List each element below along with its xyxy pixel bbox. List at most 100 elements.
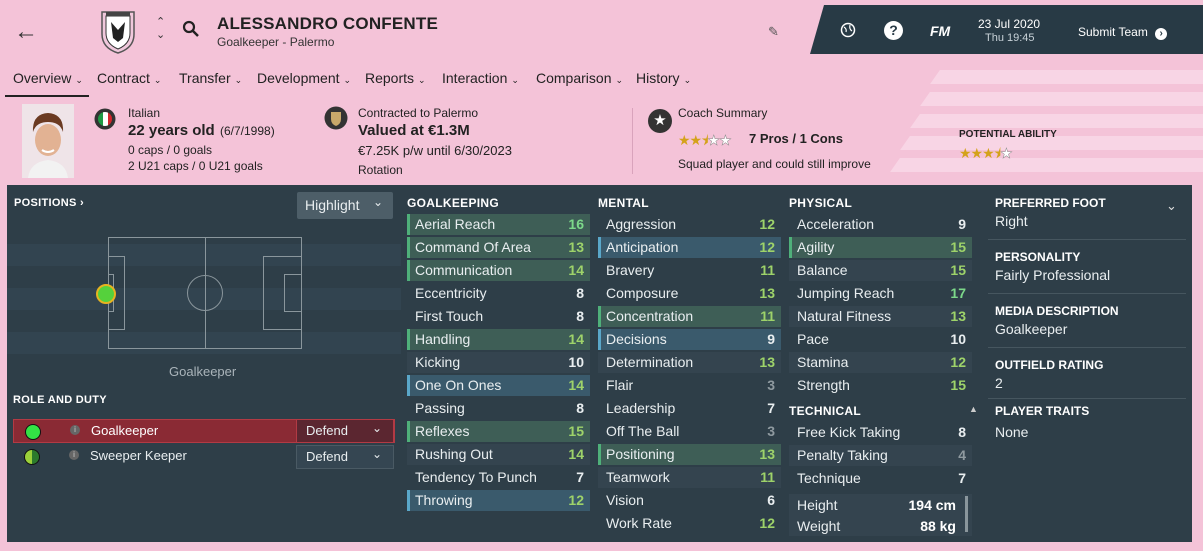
attribute-row[interactable]: Passing 8 [407, 398, 590, 419]
attribute-row[interactable]: Stamina 12 [789, 352, 972, 373]
attribute-row[interactable]: Leadership 7 [598, 398, 781, 419]
attribute-row[interactable]: Vision 6 [598, 490, 781, 511]
highlight-dropdown[interactable]: Highlight ⌄ [297, 192, 393, 219]
attribute-row[interactable]: Jumping Reach 17 [789, 283, 972, 304]
info-icon[interactable]: i [70, 425, 80, 435]
attribute-row[interactable]: Handling 14 [407, 329, 590, 350]
attribute-row[interactable]: Decisions 9 [598, 329, 781, 350]
attribute-name: One On Ones [415, 377, 502, 393]
tab-overview[interactable]: Overview ⌄ [13, 70, 83, 86]
goalkeeper-position-marker[interactable] [96, 284, 116, 304]
tab-history[interactable]: History ⌄ [636, 70, 691, 86]
attribute-row[interactable]: Agility 15 [789, 237, 972, 258]
submit-team-button[interactable]: Submit Team › [1078, 25, 1168, 40]
nationality[interactable]: Italian [128, 106, 160, 120]
duty-dropdown-goalkeeper[interactable]: Defend ⌄ [296, 419, 394, 443]
attribute-row[interactable]: Tendency To Punch 7 [407, 467, 590, 488]
attribute-row[interactable]: Aggression 12 [598, 214, 781, 235]
attribute-row[interactable]: Kicking 10 [407, 352, 590, 373]
attribute-name: Rushing Out [415, 446, 493, 462]
preferred-foot-value: Right [995, 213, 1028, 229]
chevron-down-icon: ⌄ [371, 421, 382, 435]
attribute-name: Passing [415, 400, 465, 416]
attribute-name: Off The Ball [606, 423, 680, 439]
attribute-value: 3 [767, 423, 775, 439]
edit-pencil-icon[interactable]: ✎ [768, 24, 779, 40]
back-arrow-icon[interactable]: ← [14, 18, 38, 46]
tab-development[interactable]: Development ⌄ [257, 70, 351, 86]
tab-label: Comparison [536, 70, 612, 86]
attribute-value: 11 [760, 308, 775, 324]
attribute-row[interactable]: Acceleration 9 [789, 214, 972, 235]
attribute-row[interactable]: Teamwork 11 [598, 467, 781, 488]
chevron-down-icon: ⌄ [372, 195, 383, 209]
attribute-row[interactable]: Strength 15 [789, 375, 972, 396]
attribute-row[interactable]: Concentration 11 [598, 306, 781, 327]
attribute-row[interactable]: Balance 15 [789, 260, 972, 281]
attribute-row[interactable]: First Touch 8 [407, 306, 590, 327]
tab-transfer[interactable]: Transfer ⌄ [179, 70, 242, 86]
contracted-to[interactable]: Contracted to Palermo [358, 106, 478, 120]
coach-summary-title[interactable]: Coach Summary [678, 106, 767, 120]
positions-link[interactable]: POSITIONS › [14, 197, 84, 209]
attribute-row[interactable]: Determination 13 [598, 352, 781, 373]
attribute-row[interactable]: Bravery 11 [598, 260, 781, 281]
player-subtitle[interactable]: Goalkeeper - Palermo [217, 35, 334, 49]
attribute-row[interactable]: Free Kick Taking 8 [789, 422, 972, 443]
help-icon[interactable]: ? [884, 21, 903, 40]
tab-comparison[interactable]: Comparison ⌄ [536, 70, 623, 86]
divider [988, 347, 1186, 348]
attribute-row[interactable]: Command Of Area 13 [407, 237, 590, 258]
club-badge-icon[interactable] [324, 106, 348, 130]
attribute-row[interactable]: Work Rate 12 [598, 513, 781, 534]
chevron-down-icon[interactable]: ⌄ [1166, 198, 1177, 214]
italy-flag-icon[interactable] [94, 108, 116, 130]
attribute-value: 8 [576, 400, 584, 416]
player-cycle-arrows-icon[interactable]: ⌃ ⌄ [156, 16, 165, 42]
tab-label: Development [257, 70, 340, 86]
role-duty-heading: ROLE AND DUTY [13, 394, 107, 406]
attribute-row[interactable]: Positioning 13 [598, 444, 781, 465]
technical-heading: TECHNICAL [789, 404, 862, 418]
attribute-row[interactable]: Rushing Out 14 [407, 444, 590, 465]
attribute-name: Concentration [606, 308, 694, 324]
attribute-value: 12 [759, 515, 775, 531]
duty-dropdown-sweeper-keeper[interactable]: Defend ⌄ [296, 445, 394, 469]
world-globe-icon[interactable] [840, 22, 856, 38]
attribute-row[interactable]: Pace 10 [789, 329, 972, 350]
attribute-row[interactable]: Flair 3 [598, 375, 781, 396]
scrollbar[interactable] [965, 496, 968, 532]
divider [988, 293, 1186, 294]
attribute-row[interactable]: Reflexes 15 [407, 421, 590, 442]
player-avatar[interactable] [22, 104, 74, 178]
tab-reports[interactable]: Reports ⌄ [365, 70, 426, 86]
fm-menu[interactable]: FM [930, 23, 950, 39]
collapse-up-icon[interactable]: ▲ [969, 404, 978, 414]
attribute-row[interactable]: Composure 13 [598, 283, 781, 304]
attribute-value: 12 [568, 492, 584, 508]
top-bar: ? FM 23 Jul 2020 Thu 19:45 Submit Team › [810, 5, 1203, 54]
attribute-row[interactable]: One On Ones 14 [407, 375, 590, 396]
attribute-value: 14 [568, 262, 584, 278]
attribute-name: Acceleration [797, 216, 875, 232]
attribute-row[interactable]: Penalty Taking 4 [789, 445, 972, 466]
attribute-row[interactable]: Aerial Reach 16 [407, 214, 590, 235]
pros-cons[interactable]: 7 Pros / 1 Cons [749, 131, 843, 146]
tab-contract[interactable]: Contract ⌄ [97, 70, 161, 86]
attribute-name: Command Of Area [415, 239, 531, 255]
info-icon[interactable]: i [69, 450, 79, 460]
attribute-row[interactable]: Communication 14 [407, 260, 590, 281]
attribute-row[interactable]: Throwing 12 [407, 490, 590, 511]
attribute-row[interactable]: Natural Fitness 13 [789, 306, 972, 327]
attribute-row[interactable]: Off The Ball 3 [598, 421, 781, 442]
tab-interaction[interactable]: Interaction ⌄ [442, 70, 519, 86]
chevron-right-icon: › [1155, 28, 1168, 40]
search-icon[interactable] [182, 20, 200, 38]
attribute-row[interactable]: Technique 7 [789, 468, 972, 489]
center-circle [187, 275, 223, 311]
player-name: ALESSANDRO CONFENTE [217, 14, 439, 33]
attribute-row[interactable]: Anticipation 12 [598, 237, 781, 258]
potential-ability-label: POTENTIAL ABILITY [959, 129, 1057, 140]
club-crest-icon[interactable] [100, 8, 136, 54]
attribute-row[interactable]: Eccentricity 8 [407, 283, 590, 304]
